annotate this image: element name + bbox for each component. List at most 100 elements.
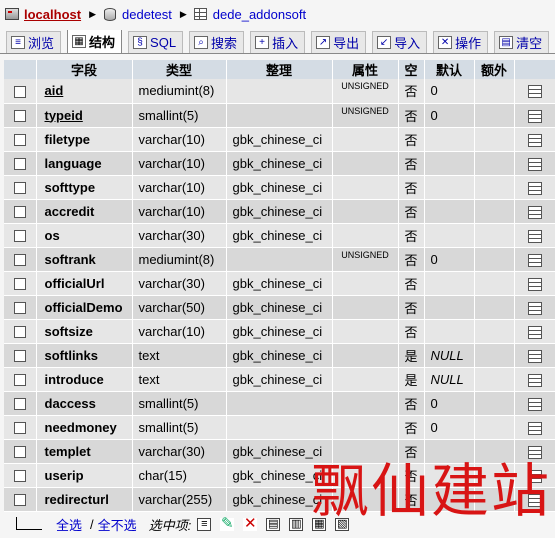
tab-operations[interactable]: ✕ 操作 [433, 31, 489, 53]
edit-selected-icon[interactable]: ✎ [220, 516, 235, 531]
row-action-cell[interactable] [514, 151, 555, 176]
tab-import[interactable]: ↙ 导入 [372, 31, 428, 53]
row-checkbox-cell[interactable] [4, 271, 37, 296]
row-checkbox-cell[interactable] [4, 103, 37, 128]
field-name[interactable]: typeid [36, 103, 133, 128]
browse-distinct-icon[interactable] [527, 349, 542, 363]
breadcrumb-database-link[interactable]: dedetest [122, 7, 172, 22]
row-checkbox[interactable] [13, 446, 26, 459]
row-checkbox[interactable] [13, 350, 26, 363]
table-row[interactable]: os varchar(30) gbk_chinese_ci 否 [4, 223, 555, 248]
row-checkbox-cell[interactable] [4, 319, 37, 344]
browse-distinct-icon[interactable] [527, 133, 542, 147]
browse-distinct-icon[interactable] [527, 397, 542, 411]
browse-distinct-icon[interactable] [527, 205, 542, 219]
uncheck-all-link[interactable]: 全不选 [98, 515, 137, 534]
breadcrumb-server[interactable]: localhost [4, 7, 81, 22]
table-row[interactable]: softlinks text gbk_chinese_ci 是 NULL [4, 343, 555, 368]
row-checkbox-cell[interactable] [4, 391, 37, 416]
row-checkbox-cell[interactable] [4, 439, 37, 464]
table-row[interactable]: language varchar(10) gbk_chinese_ci 否 [4, 151, 555, 176]
row-checkbox-cell[interactable] [4, 295, 37, 320]
row-checkbox[interactable] [13, 278, 26, 291]
row-checkbox[interactable] [13, 254, 26, 267]
breadcrumb-server-link[interactable]: localhost [24, 7, 81, 22]
row-checkbox[interactable] [13, 158, 26, 171]
tab-export[interactable]: ↗ 导出 [311, 31, 367, 53]
table-row[interactable]: daccess smallint(5) 否 0 [4, 391, 555, 416]
table-row[interactable]: accredit varchar(10) gbk_chinese_ci 否 [4, 199, 555, 224]
row-action-cell[interactable] [514, 271, 555, 296]
row-checkbox[interactable] [13, 374, 26, 387]
table-row[interactable]: needmoney smallint(5) 否 0 [4, 415, 555, 440]
row-checkbox-cell[interactable] [4, 415, 37, 440]
row-checkbox[interactable] [13, 110, 26, 123]
row-checkbox-cell[interactable] [4, 175, 37, 200]
table-row[interactable]: officialUrl varchar(30) gbk_chinese_ci 否 [4, 271, 555, 296]
row-action-cell[interactable] [514, 367, 555, 392]
browse-distinct-icon[interactable] [527, 301, 542, 315]
browse-distinct-icon[interactable] [527, 325, 542, 339]
row-checkbox[interactable] [13, 182, 26, 195]
row-checkbox-cell[interactable] [4, 463, 37, 488]
row-action-cell[interactable] [514, 127, 555, 152]
table-row[interactable]: filetype varchar(10) gbk_chinese_ci 否 [4, 127, 555, 152]
row-checkbox-cell[interactable] [4, 247, 37, 272]
browse-distinct-icon[interactable] [527, 181, 542, 195]
tab-structure[interactable]: ▦ 结构 [67, 30, 123, 53]
primary-key-selected-icon[interactable]: ▤ [266, 517, 281, 531]
row-checkbox[interactable] [13, 85, 26, 98]
row-checkbox[interactable] [13, 494, 26, 507]
tab-sql[interactable]: § SQL [128, 31, 184, 53]
row-action-cell[interactable] [514, 223, 555, 248]
table-row[interactable]: aid mediumint(8) UNSIGNED 否 0 [4, 79, 555, 104]
row-checkbox[interactable] [13, 206, 26, 219]
table-row[interactable]: softrank mediumint(8) UNSIGNED 否 0 [4, 247, 555, 272]
row-checkbox-cell[interactable] [4, 151, 37, 176]
row-action-cell[interactable] [514, 247, 555, 272]
row-action-cell[interactable] [514, 319, 555, 344]
table-row[interactable]: officialDemo varchar(50) gbk_chinese_ci 否 [4, 295, 555, 320]
row-action-cell[interactable] [514, 415, 555, 440]
breadcrumb-database[interactable]: dedetest [102, 7, 172, 22]
row-action-cell[interactable] [514, 199, 555, 224]
tab-search[interactable]: ⌕ 搜索 [189, 31, 245, 53]
field-name[interactable]: aid [36, 79, 133, 104]
tab-insert[interactable]: + 插入 [250, 31, 306, 53]
row-checkbox-cell[interactable] [4, 199, 37, 224]
tab-browse[interactable]: ≡ 浏览 [6, 31, 62, 53]
browse-distinct-icon[interactable] [527, 373, 542, 387]
row-checkbox[interactable] [13, 470, 26, 483]
row-action-cell[interactable] [514, 391, 555, 416]
browse-distinct-icon[interactable] [527, 109, 542, 123]
breadcrumb-table-link[interactable]: dede_addonsoft [213, 7, 306, 22]
row-checkbox-cell[interactable] [4, 367, 37, 392]
check-all-link[interactable]: 全选 [56, 515, 82, 534]
row-action-cell[interactable] [514, 79, 555, 104]
row-action-cell[interactable] [514, 343, 555, 368]
table-row[interactable]: typeid smallint(5) UNSIGNED 否 0 [4, 103, 555, 128]
tab-empty[interactable]: ▤ 清空 [494, 31, 550, 53]
row-checkbox-cell[interactable] [4, 343, 37, 368]
table-row[interactable]: introduce text gbk_chinese_ci 是 NULL [4, 367, 555, 392]
row-checkbox-cell[interactable] [4, 487, 37, 512]
row-checkbox-cell[interactable] [4, 223, 37, 248]
browse-selected-icon[interactable]: ≡ [197, 517, 212, 531]
row-checkbox[interactable] [13, 302, 26, 315]
row-checkbox-cell[interactable] [4, 79, 37, 104]
browse-distinct-icon[interactable] [527, 277, 542, 291]
row-checkbox[interactable] [13, 134, 26, 147]
row-checkbox[interactable] [13, 422, 26, 435]
browse-distinct-icon[interactable] [527, 85, 542, 99]
browse-distinct-icon[interactable] [527, 229, 542, 243]
breadcrumb-table[interactable]: dede_addonsoft [193, 7, 306, 22]
row-action-cell[interactable] [514, 295, 555, 320]
unique-selected-icon[interactable]: ▥ [289, 517, 304, 531]
browse-distinct-icon[interactable] [527, 421, 542, 435]
table-row[interactable]: softsize varchar(10) gbk_chinese_ci 否 [4, 319, 555, 344]
row-checkbox-cell[interactable] [4, 127, 37, 152]
browse-distinct-icon[interactable] [527, 253, 542, 267]
row-checkbox[interactable] [13, 398, 26, 411]
browse-distinct-icon[interactable] [527, 157, 542, 171]
drop-selected-icon[interactable]: ✕ [243, 516, 258, 531]
